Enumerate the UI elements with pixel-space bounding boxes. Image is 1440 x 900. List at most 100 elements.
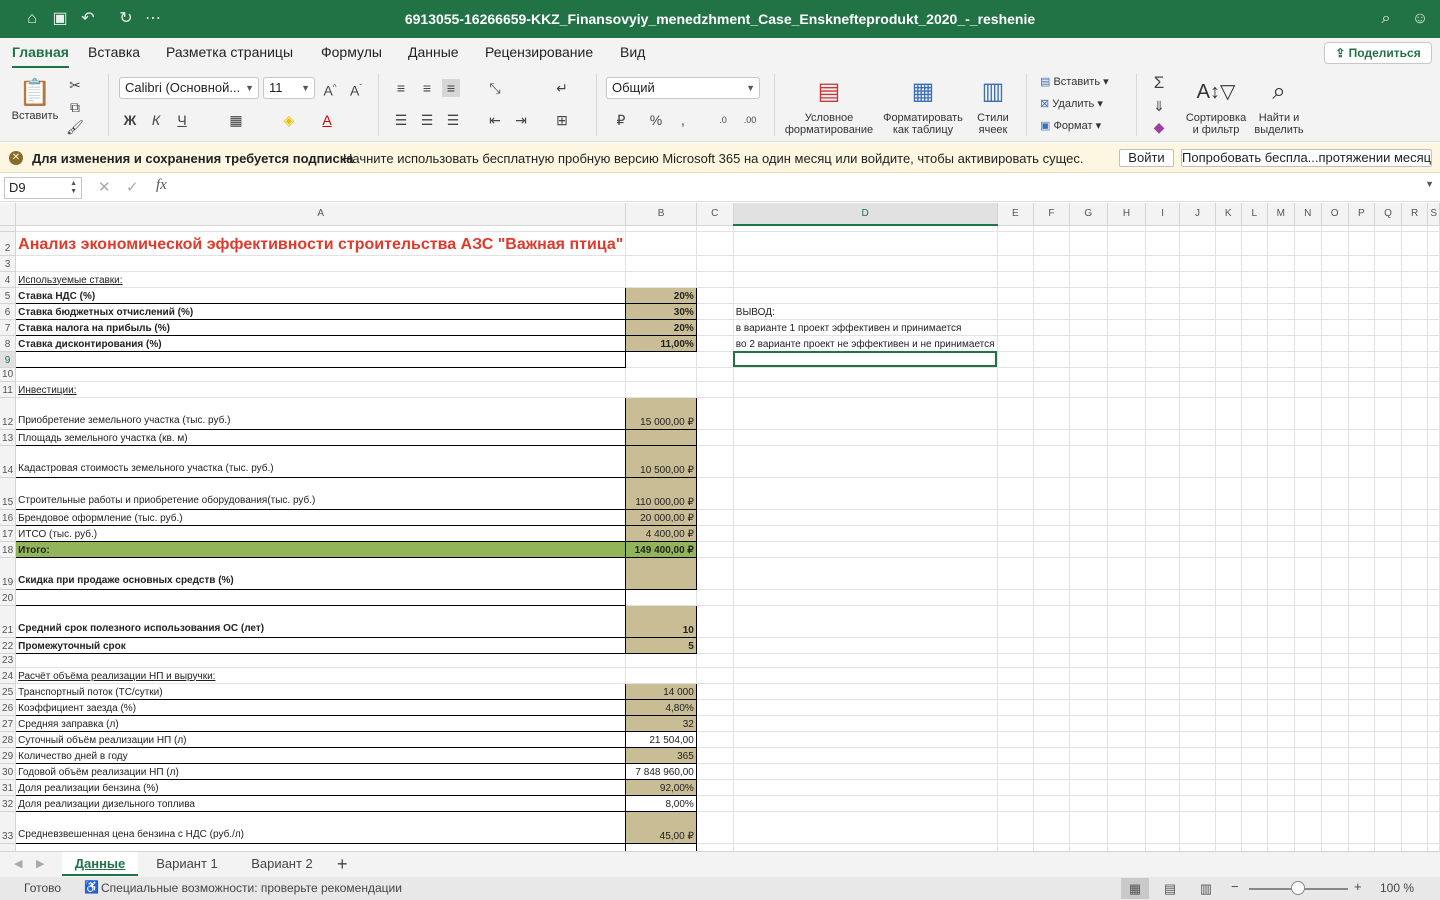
cell-H12[interactable] [1107, 397, 1147, 430]
cell-J14[interactable] [1179, 445, 1216, 478]
cell-I9[interactable] [1145, 351, 1181, 368]
cell-Q2[interactable] [1374, 231, 1402, 256]
cell-I25[interactable] [1145, 683, 1181, 700]
cell-D5[interactable] [733, 287, 998, 304]
cell-A8[interactable]: Ставка дисконтирования (%) [15, 334, 627, 352]
cell-P19[interactable] [1348, 557, 1376, 590]
cell-K6[interactable] [1215, 303, 1242, 320]
cell-Q8[interactable] [1374, 335, 1402, 352]
cell-S25[interactable] [1427, 683, 1440, 700]
cell-G3[interactable] [1069, 255, 1108, 272]
cell-N21[interactable] [1294, 605, 1322, 638]
cell-A34[interactable]: Средневзвешенная цена бензина без [15, 842, 627, 851]
column-header[interactable]: L [1241, 203, 1268, 226]
cell-C30[interactable] [696, 763, 734, 780]
sheet-tab-variant-1[interactable]: Вариант 1 [141, 852, 233, 876]
cell-S16[interactable] [1427, 509, 1440, 526]
cell-R8[interactable] [1401, 335, 1429, 352]
cell-P32[interactable] [1348, 795, 1376, 812]
page-layout-view-icon[interactable]: ▤ [1156, 878, 1184, 899]
cell-S23[interactable] [1427, 653, 1440, 668]
cell-S4[interactable] [1427, 271, 1440, 288]
row-header[interactable]: 24 [0, 667, 17, 684]
cell-C2[interactable] [696, 231, 734, 256]
cell-O2[interactable] [1321, 231, 1349, 256]
cell-B23[interactable] [625, 653, 697, 668]
cell-C13[interactable] [696, 429, 734, 446]
cell-I10[interactable] [1145, 367, 1181, 382]
cell-G14[interactable] [1069, 445, 1108, 478]
home-icon[interactable]: ⌂ [22, 9, 42, 29]
cell-M9[interactable] [1267, 351, 1295, 368]
cell-C8[interactable] [696, 335, 734, 352]
cell-M20[interactable] [1267, 589, 1295, 606]
borders-icon[interactable]: ▦ [227, 111, 245, 129]
wrap-text-icon[interactable]: ↵ [553, 79, 571, 97]
cell-A22[interactable]: Промежуточный срок [15, 636, 627, 654]
row-header[interactable]: 22 [0, 637, 17, 654]
cell-R34[interactable] [1401, 843, 1429, 851]
cell-Q34[interactable] [1374, 843, 1402, 851]
cell-E29[interactable] [997, 747, 1035, 764]
cell-I22[interactable] [1145, 637, 1181, 654]
bold-button[interactable]: Ж [121, 111, 139, 129]
cell-C34[interactable] [696, 843, 734, 851]
cell-Q10[interactable] [1374, 367, 1402, 382]
cell-P2[interactable] [1348, 231, 1376, 256]
cell-M23[interactable] [1267, 653, 1295, 668]
cell-G15[interactable] [1069, 477, 1108, 510]
cell-A16[interactable]: Брендовое оформление (тыс. руб.) [15, 508, 627, 526]
cell-R2[interactable] [1401, 231, 1429, 256]
cell-O28[interactable] [1321, 731, 1349, 748]
cell-F21[interactable] [1033, 605, 1070, 638]
cell-R15[interactable] [1401, 477, 1429, 510]
cell-L4[interactable] [1241, 271, 1268, 288]
cell-R27[interactable] [1401, 715, 1429, 732]
cell-R4[interactable] [1401, 271, 1429, 288]
cell-F23[interactable] [1033, 653, 1070, 668]
cell-B19[interactable] [625, 556, 697, 590]
cell-F11[interactable] [1033, 381, 1070, 398]
cell-D19[interactable] [733, 557, 998, 590]
column-header[interactable]: E [997, 203, 1035, 226]
currency-icon[interactable]: ₽ [612, 111, 630, 129]
cell-K7[interactable] [1215, 319, 1242, 336]
cell-K11[interactable] [1215, 381, 1242, 398]
column-header[interactable]: I [1145, 203, 1181, 226]
cell-H17[interactable] [1107, 525, 1147, 542]
cell-L11[interactable] [1241, 381, 1268, 398]
chevron-down-icon[interactable]: ▼ [1425, 179, 1434, 189]
cell-H31[interactable] [1107, 779, 1147, 796]
cell-O5[interactable] [1321, 287, 1349, 304]
cell-K33[interactable] [1215, 811, 1242, 844]
cell-J20[interactable] [1179, 589, 1216, 606]
cell-K10[interactable] [1215, 367, 1242, 382]
cell-Q7[interactable] [1374, 319, 1402, 336]
row-header[interactable]: 10 [0, 367, 17, 382]
cell-M15[interactable] [1267, 477, 1295, 510]
cell-G8[interactable] [1069, 335, 1108, 352]
cell-Q13[interactable] [1374, 429, 1402, 446]
cell-N27[interactable] [1294, 715, 1322, 732]
cell-S8[interactable] [1427, 335, 1440, 352]
cell-H10[interactable] [1107, 367, 1147, 382]
paste-button[interactable]: 📋 Вставить [10, 76, 60, 122]
cell-E11[interactable] [997, 381, 1035, 398]
cell-H20[interactable] [1107, 589, 1147, 606]
cell-G31[interactable] [1069, 779, 1108, 796]
cell-Q22[interactable] [1374, 637, 1402, 654]
undo-icon[interactable]: ↶ [78, 9, 98, 29]
cell-C27[interactable] [696, 715, 734, 732]
cell-M27[interactable] [1267, 715, 1295, 732]
cell-L29[interactable] [1241, 747, 1268, 764]
cell-M5[interactable] [1267, 287, 1295, 304]
format-cells-button[interactable]: ▣ Формат ▾ [1040, 120, 1128, 132]
cell-P11[interactable] [1348, 381, 1376, 398]
cell-M12[interactable] [1267, 397, 1295, 430]
zoom-slider-thumb[interactable] [1291, 881, 1305, 895]
cell-I29[interactable] [1145, 747, 1181, 764]
cell-D29[interactable] [733, 747, 998, 764]
cell-D12[interactable] [733, 397, 998, 430]
cell-J23[interactable] [1179, 653, 1216, 668]
cell-O33[interactable] [1321, 811, 1349, 844]
